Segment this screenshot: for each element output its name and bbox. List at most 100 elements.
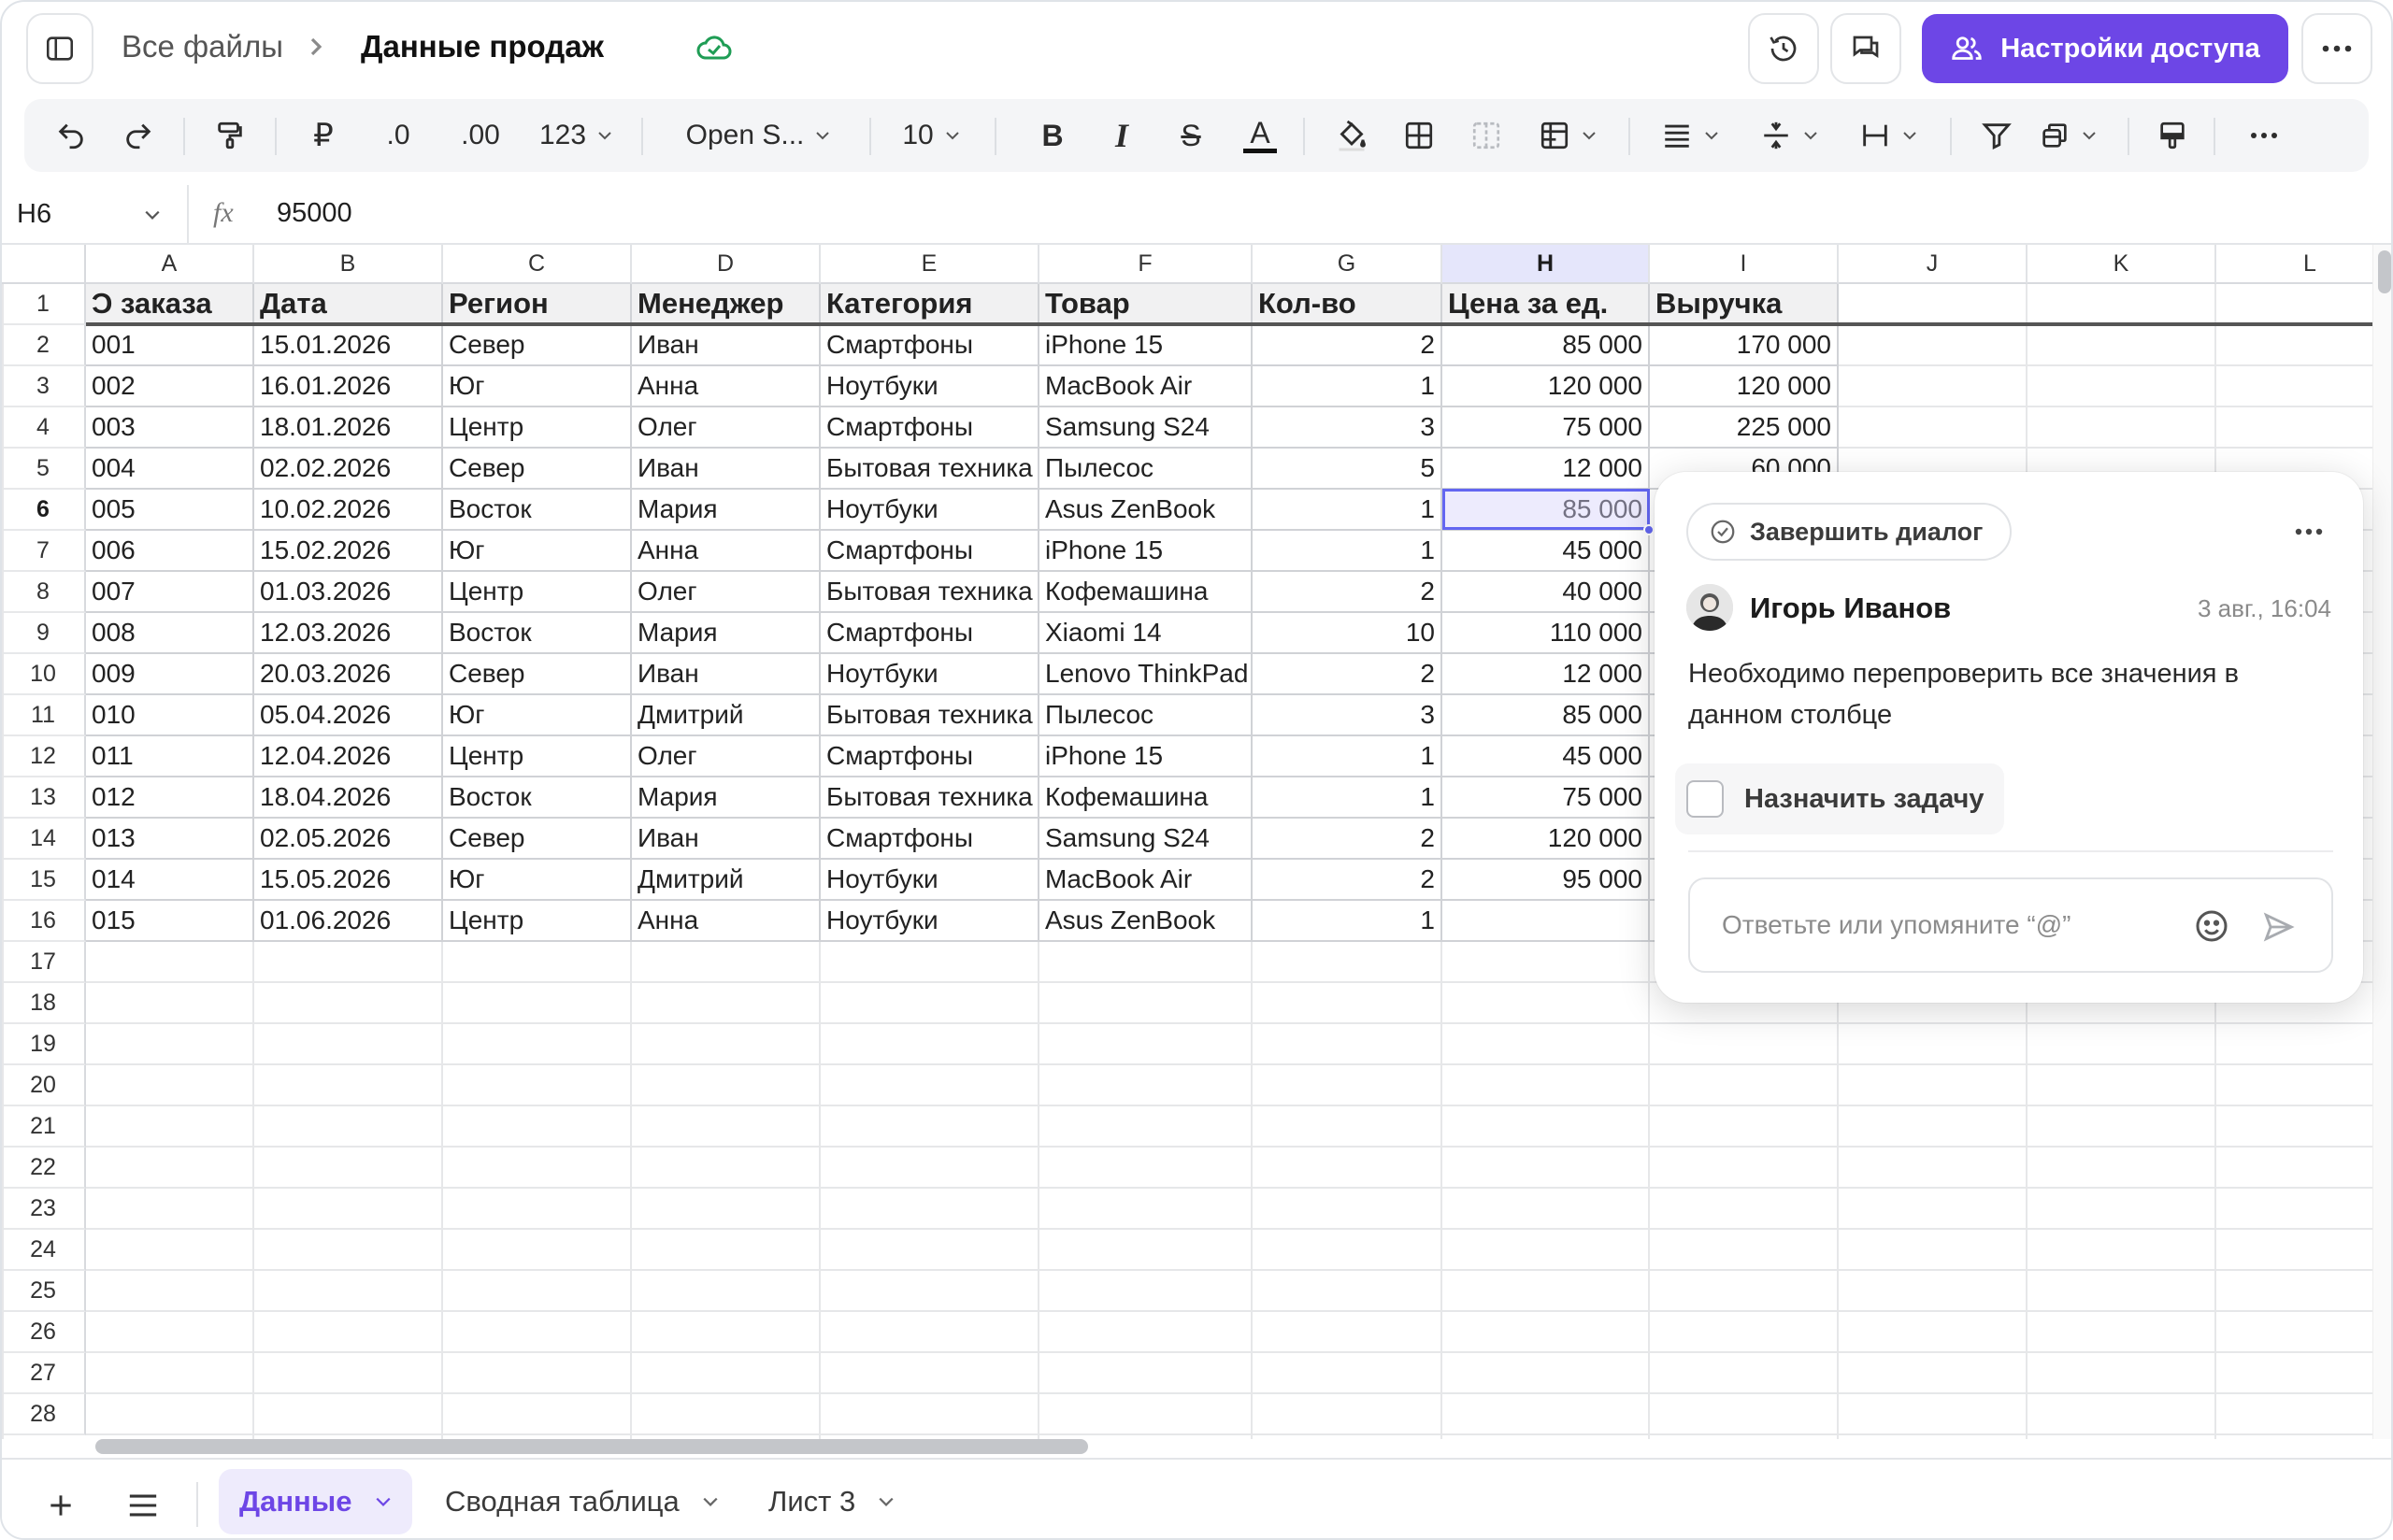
table-cell[interactable]: 006 xyxy=(86,531,254,572)
table-cell[interactable]: 011 xyxy=(86,736,254,777)
column-header[interactable]: J xyxy=(1839,245,2028,284)
table-cell[interactable]: iPhone 15 xyxy=(1039,531,1253,572)
table-cell[interactable]: 015 xyxy=(86,901,254,942)
horizontal-scroll-thumb[interactable] xyxy=(95,1439,1088,1454)
column-header[interactable]: G xyxy=(1253,245,1442,284)
table-cell[interactable]: 10.02.2026 xyxy=(254,490,443,531)
table-cell[interactable]: Ноутбуки xyxy=(821,366,1039,407)
row-header[interactable]: 14 xyxy=(2,819,86,860)
row-header[interactable]: 12 xyxy=(2,736,86,777)
header-cell[interactable]: Ɔ заказа xyxy=(86,284,254,325)
table-cell[interactable]: Lenovo ThinkPad xyxy=(1039,654,1253,695)
vertical-scrollbar[interactable] xyxy=(2372,245,2391,1439)
add-sheet-button[interactable] xyxy=(39,1484,82,1527)
text-color-button[interactable]: A xyxy=(1236,99,1284,172)
row-header[interactable]: 8 xyxy=(2,572,86,613)
row-header[interactable]: 9 xyxy=(2,613,86,654)
text-wrap-dropdown[interactable] xyxy=(1845,99,1931,172)
table-cell[interactable]: 85 000 xyxy=(1442,695,1650,736)
resolve-thread-button[interactable]: Завершить диалог xyxy=(1686,503,2012,561)
table-cell[interactable]: 001 xyxy=(86,325,254,366)
row-header[interactable]: 17 xyxy=(2,942,86,983)
table-cell[interactable]: 3 xyxy=(1253,407,1442,449)
table-cell[interactable]: iPhone 15 xyxy=(1039,736,1253,777)
table-cell[interactable]: Юг xyxy=(443,531,632,572)
clear-format-button[interactable] xyxy=(2148,99,2197,172)
font-size-dropdown[interactable]: 10 xyxy=(884,99,978,172)
table-cell[interactable]: 01.06.2026 xyxy=(254,901,443,942)
table-cell[interactable]: Иван xyxy=(632,325,821,366)
table-cell[interactable]: Анна xyxy=(632,901,821,942)
table-cell[interactable]: 014 xyxy=(86,860,254,901)
table-cell[interactable]: Олег xyxy=(632,407,821,449)
header-cell[interactable]: Кол-во xyxy=(1253,284,1442,325)
table-cell[interactable]: Иван xyxy=(632,449,821,490)
table-cell[interactable]: Иван xyxy=(632,819,821,860)
table-cell[interactable]: 1 xyxy=(1253,531,1442,572)
table-cell[interactable]: Бытовая техника xyxy=(821,695,1039,736)
row-header[interactable]: 3 xyxy=(2,366,86,407)
table-cell[interactable]: Ноутбуки xyxy=(821,490,1039,531)
reply-input-placeholder[interactable]: Ответьте или упомяните “@” xyxy=(1722,910,2071,940)
merge-cells-button[interactable] xyxy=(1462,99,1511,172)
table-cell[interactable]: 02.02.2026 xyxy=(254,449,443,490)
table-cell[interactable]: Смартфоны xyxy=(821,819,1039,860)
table-cell[interactable]: Анна xyxy=(632,366,821,407)
row-header[interactable]: 2 xyxy=(2,325,86,366)
table-cell[interactable]: 05.04.2026 xyxy=(254,695,443,736)
table-cell[interactable]: 12 000 xyxy=(1442,449,1650,490)
table-cell[interactable]: Восток xyxy=(443,777,632,819)
document-title[interactable]: Данные продаж xyxy=(361,28,604,65)
table-cell[interactable]: 2 xyxy=(1253,819,1442,860)
row-header[interactable]: 6 xyxy=(2,490,86,531)
column-header[interactable]: C xyxy=(443,245,632,284)
sheet-tab-pivot[interactable]: Сводная таблица xyxy=(424,1469,739,1534)
row-header[interactable]: 4 xyxy=(2,407,86,449)
table-cell[interactable]: Олег xyxy=(632,736,821,777)
table-cell[interactable]: 009 xyxy=(86,654,254,695)
column-header[interactable]: K xyxy=(2028,245,2216,284)
redo-button[interactable] xyxy=(114,99,163,172)
table-cell[interactable]: 12.03.2026 xyxy=(254,613,443,654)
row-header[interactable]: 24 xyxy=(2,1230,86,1271)
table-cell[interactable]: Центр xyxy=(443,407,632,449)
table-cell[interactable]: 008 xyxy=(86,613,254,654)
table-cell[interactable]: Смартфоны xyxy=(821,325,1039,366)
toolbar-more-button[interactable] xyxy=(2234,99,2294,172)
emoji-icon[interactable] xyxy=(2193,907,2230,945)
header-cell[interactable]: Регион xyxy=(443,284,632,325)
table-cell[interactable]: Asus ZenBook xyxy=(1039,490,1253,531)
fill-color-button[interactable] xyxy=(1327,99,1376,172)
table-cell[interactable]: Samsung S24 xyxy=(1039,819,1253,860)
table-cell[interactable]: Мария xyxy=(632,613,821,654)
table-cell[interactable]: MacBook Air xyxy=(1039,860,1253,901)
table-cell[interactable]: 170 000 xyxy=(1650,325,1839,366)
column-header[interactable]: L xyxy=(2216,245,2372,284)
access-settings-button[interactable]: Настройки доступа xyxy=(1922,14,2288,83)
header-cell[interactable]: Цена за ед. xyxy=(1442,284,1650,325)
strikethrough-button[interactable]: S xyxy=(1167,99,1215,172)
row-header[interactable]: 23 xyxy=(2,1189,86,1230)
row-header[interactable]: 22 xyxy=(2,1148,86,1189)
table-cell[interactable]: 15.02.2026 xyxy=(254,531,443,572)
table-cell[interactable]: Ноутбуки xyxy=(821,654,1039,695)
header-cell[interactable]: Выручка xyxy=(1650,284,1839,325)
table-cell[interactable]: Бытовая техника xyxy=(821,777,1039,819)
table-cell[interactable]: 3 xyxy=(1253,695,1442,736)
row-header[interactable]: 19 xyxy=(2,1024,86,1065)
row-header[interactable]: 5 xyxy=(2,449,86,490)
cell-reference-box[interactable]: H6 xyxy=(2,185,189,243)
sidebar-toggle-button[interactable] xyxy=(26,13,93,84)
row-header[interactable]: 15 xyxy=(2,860,86,901)
table-cell[interactable]: 225 000 xyxy=(1650,407,1839,449)
send-icon[interactable] xyxy=(2260,909,2296,945)
fill-handle[interactable] xyxy=(1643,524,1655,535)
table-cell[interactable]: 75 000 xyxy=(1442,407,1650,449)
column-header[interactable]: E xyxy=(821,245,1039,284)
table-cell[interactable]: 15.05.2026 xyxy=(254,860,443,901)
table-cell[interactable]: 005 xyxy=(86,490,254,531)
italic-button[interactable]: I xyxy=(1097,99,1146,172)
table-cell[interactable]: Кофемашина xyxy=(1039,572,1253,613)
sheet-tab-sheet3[interactable]: Лист 3 xyxy=(748,1469,915,1534)
table-cell[interactable]: Восток xyxy=(443,490,632,531)
